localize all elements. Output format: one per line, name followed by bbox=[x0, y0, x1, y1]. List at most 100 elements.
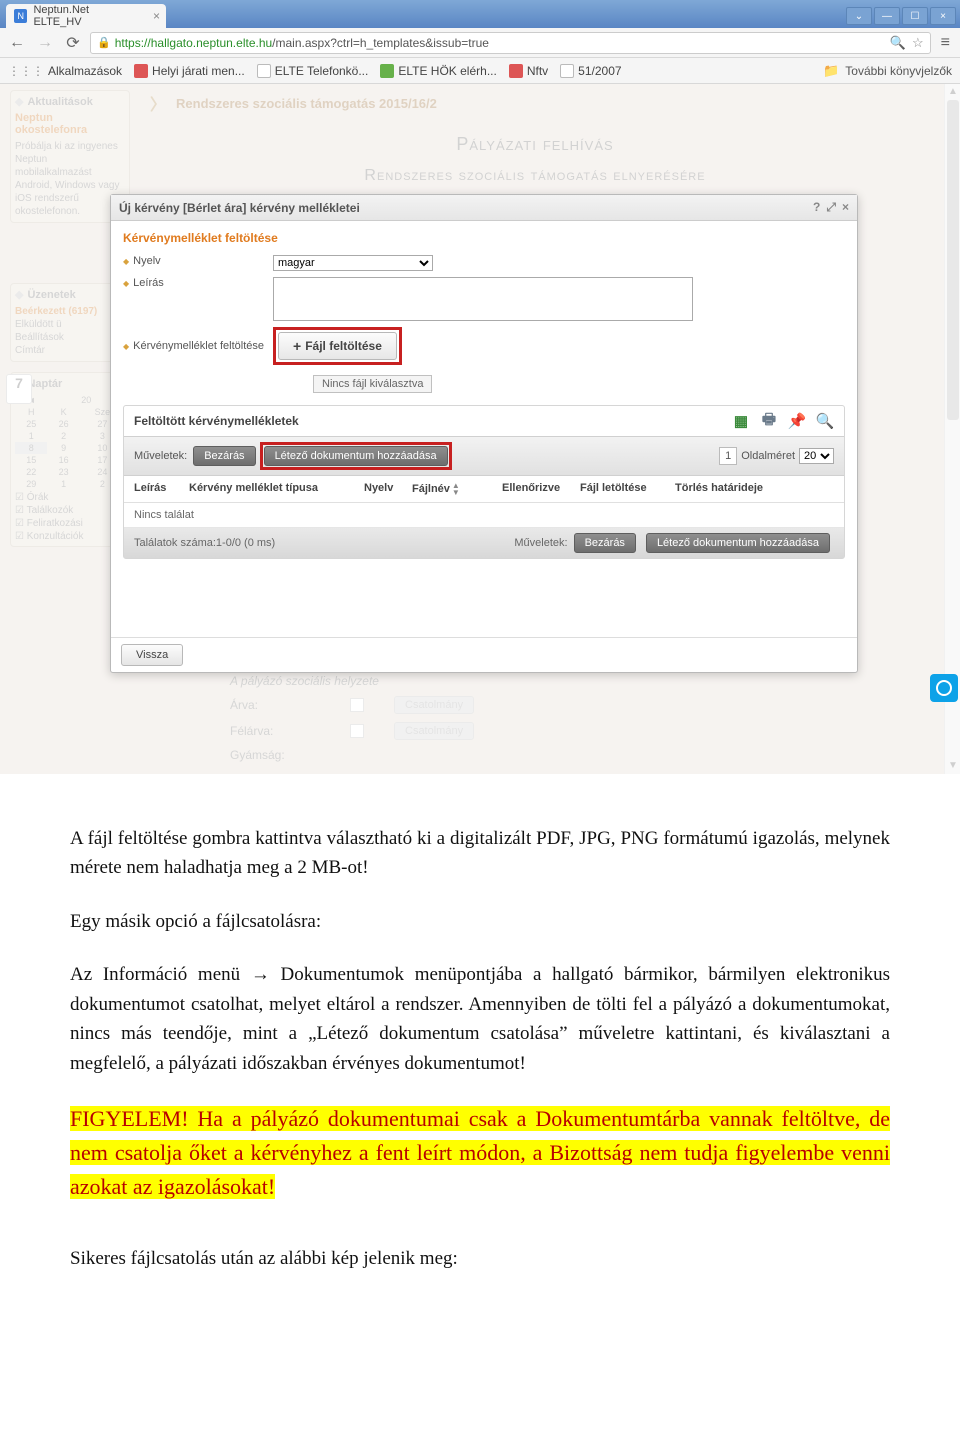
url-host: hallgato.neptun.elte.hu bbox=[151, 36, 272, 50]
bookmark-3[interactable]: ELTE HÖK elérh... bbox=[380, 64, 496, 78]
col-verified[interactable]: Ellenőrizve bbox=[502, 482, 580, 496]
browser-tab[interactable]: N Neptun.Net ELTE_HV × bbox=[6, 4, 166, 28]
upload-modal: Új kérvény [Bérlet ára] kérvény mellékle… bbox=[110, 194, 858, 673]
pin-icon[interactable]: 📌 bbox=[788, 412, 806, 430]
halforphan-checkbox[interactable] bbox=[350, 724, 364, 738]
result-count: Találatok száma:1-0/0 (0 ms) bbox=[134, 537, 275, 549]
modal-expand-icon[interactable]: ⤢ bbox=[826, 200, 836, 215]
breadcrumb: 〉 Rendszeres szociális támogatás 2015/16… bbox=[150, 90, 920, 116]
page-number[interactable]: 1 bbox=[719, 447, 737, 465]
modal-close-icon[interactable]: × bbox=[842, 200, 849, 215]
panel-title: Feltöltött kérvénymellékletek bbox=[134, 414, 299, 428]
sidebar-smart-text: Próbálja ki az ingyenes Neptun mobilalka… bbox=[15, 140, 125, 218]
window-dropdown-icon[interactable]: ⌄ bbox=[846, 7, 872, 25]
col-filename[interactable]: Fájlnév▲▼ bbox=[412, 482, 502, 496]
orphan-attach-button[interactable]: Csatolmány bbox=[394, 696, 474, 714]
description-label: ◆Leírás bbox=[123, 277, 273, 289]
bookmark-1[interactable]: Helyi járati men... bbox=[134, 64, 245, 78]
halforphan-label: Félárva: bbox=[230, 724, 320, 738]
nav-forward-icon[interactable]: → bbox=[34, 32, 56, 54]
table-header-row: Leírás Kérvény melléklet típusa Nyelv Fá… bbox=[124, 476, 844, 503]
bookmark-favicon bbox=[509, 64, 523, 78]
applicant-social-section: A pályázó szociális helyzete Árva: Csato… bbox=[230, 674, 900, 762]
apps-button[interactable]: ⋮⋮⋮Alkalmazások bbox=[8, 64, 122, 78]
upload-button-highlight: + Fájl feltöltése bbox=[273, 327, 402, 365]
social-heading: A pályázó szociális helyzete bbox=[230, 674, 900, 688]
scroll-thumb[interactable] bbox=[947, 100, 959, 420]
tab-favicon: N bbox=[14, 9, 27, 23]
modal-title-text: Új kérvény [Bérlet ára] kérvény mellékle… bbox=[119, 201, 360, 215]
page-heading-1: Pályázati felhívás bbox=[150, 134, 920, 155]
print-icon[interactable]: 🖶 bbox=[760, 412, 778, 430]
window-close-icon[interactable]: × bbox=[930, 7, 956, 25]
url-path: /main.aspx?ctrl=h_templates&issub=true bbox=[272, 36, 489, 50]
cal-filter-classes[interactable]: ☑ Órák bbox=[15, 492, 125, 503]
add-existing-doc-button[interactable]: Létező dokumentum hozzáadása bbox=[264, 446, 448, 466]
bookmark-label: ELTE HÖK elérh... bbox=[398, 64, 496, 78]
doc-warning: FIGYELEM! Ha a pályázó dokumentumai csak… bbox=[70, 1102, 890, 1204]
page-size-select[interactable]: 20 bbox=[799, 448, 834, 464]
col-description[interactable]: Leírás bbox=[134, 482, 189, 496]
no-file-label: Nincs fájl kiválasztva bbox=[313, 375, 432, 393]
bookmarks-more[interactable]: 📁További könyvjelzők bbox=[823, 63, 952, 79]
orphan-label: Árva: bbox=[230, 698, 320, 712]
nav-back-icon[interactable]: ← bbox=[6, 32, 28, 54]
browser-toolbar: ← → ⟳ 🔒 https://hallgato.neptun.elte.hu/… bbox=[0, 28, 960, 58]
back-button[interactable]: Vissza bbox=[121, 644, 183, 666]
col-type[interactable]: Kérvény melléklet típusa bbox=[189, 482, 364, 496]
col-download[interactable]: Fájl letöltése bbox=[580, 482, 675, 496]
diamond-icon: ◆ bbox=[123, 279, 129, 288]
main-content: 〉 Rendszeres szociális támogatás 2015/16… bbox=[150, 84, 920, 185]
address-bar[interactable]: 🔒 https://hallgato.neptun.elte.hu/main.a… bbox=[90, 32, 931, 54]
sidebar-news-title: ◆Aktualitások bbox=[15, 95, 125, 108]
diamond-icon: ◆ bbox=[123, 342, 129, 351]
upload-label: ◆Kérvénymelléklet feltöltése bbox=[123, 340, 273, 352]
description-textarea[interactable] bbox=[273, 277, 693, 321]
ops-label: Műveletek: bbox=[134, 450, 187, 462]
col-lang[interactable]: Nyelv bbox=[364, 482, 412, 496]
ops-label-footer: Műveletek: bbox=[514, 537, 567, 549]
col-delete-deadline[interactable]: Törlés határideje bbox=[675, 482, 834, 496]
modal-footer: Vissza bbox=[111, 637, 857, 672]
page-scrollbar[interactable]: ▲ ▼ bbox=[944, 84, 960, 774]
bookmark-4[interactable]: Nftv bbox=[509, 64, 548, 78]
chrome-menu-icon[interactable]: ≡ bbox=[937, 34, 954, 52]
scroll-down-icon[interactable]: ▼ bbox=[945, 758, 960, 774]
doc-paragraph-2: Az Információ menü → Dokumentumok menüpo… bbox=[70, 960, 890, 1078]
teamviewer-badge-icon[interactable] bbox=[930, 674, 958, 702]
orphan-checkbox[interactable] bbox=[350, 698, 364, 712]
doc-paragraph-2-intro: Egy másik opció a fájlcsatolásra: bbox=[70, 907, 890, 936]
nav-reload-icon[interactable]: ⟳ bbox=[62, 32, 84, 54]
close-panel-button[interactable]: Bezárás bbox=[193, 446, 255, 466]
halforphan-attach-button[interactable]: Csatolmány bbox=[394, 722, 474, 740]
add-existing-doc-button-footer[interactable]: Létező dokumentum hozzáadása bbox=[646, 533, 830, 553]
bookmarks-more-label: További könyvjelzők bbox=[845, 64, 952, 78]
window-maximize-icon[interactable]: ☐ bbox=[902, 7, 928, 25]
bookmark-favicon bbox=[134, 64, 148, 78]
file-upload-button[interactable]: + Fájl feltöltése bbox=[278, 332, 397, 360]
export-xls-icon[interactable]: ▦ bbox=[732, 412, 750, 430]
sidebar-calendar: ◄20 HKSze 252627 123 8910 151617 222324 … bbox=[15, 394, 125, 490]
language-select[interactable]: magyar bbox=[273, 255, 433, 271]
cal-filter-signup[interactable]: ☑ Feliratkozási bbox=[15, 518, 125, 529]
date-badge: 7 bbox=[6, 374, 32, 404]
cal-filter-consult[interactable]: ☑ Konzultációk bbox=[15, 531, 125, 542]
modal-help-icon[interactable]: ? bbox=[813, 200, 820, 215]
panel-search-icon[interactable]: 🔍 bbox=[816, 412, 834, 430]
diamond-icon: ◆ bbox=[123, 257, 129, 266]
plus-icon: + bbox=[293, 338, 301, 354]
scroll-up-icon[interactable]: ▲ bbox=[945, 84, 960, 100]
sort-icon: ▲▼ bbox=[452, 482, 460, 496]
cal-filter-meetings[interactable]: ☑ Találkozók bbox=[15, 505, 125, 516]
modal-titlebar[interactable]: Új kérvény [Bérlet ára] kérvény mellékle… bbox=[111, 195, 857, 221]
bookmark-5[interactable]: 51/2007 bbox=[560, 64, 621, 78]
bookmark-star-icon[interactable]: ☆ bbox=[912, 35, 924, 51]
doc-paragraph-1: A fájl feltöltése gombra kattintva válas… bbox=[70, 824, 890, 883]
close-panel-button-footer[interactable]: Bezárás bbox=[574, 533, 636, 553]
guardian-label: Gyámság: bbox=[230, 748, 320, 762]
tab-close-icon[interactable]: × bbox=[153, 9, 160, 23]
window-minimize-icon[interactable]: — bbox=[874, 7, 900, 25]
address-search-icon[interactable]: 🔍 bbox=[890, 35, 906, 51]
bookmark-2[interactable]: ELTE Telefonkö... bbox=[257, 64, 369, 78]
uploaded-list-panel: Feltöltött kérvénymellékletek ▦ 🖶 📌 🔍 Mű… bbox=[123, 405, 845, 559]
